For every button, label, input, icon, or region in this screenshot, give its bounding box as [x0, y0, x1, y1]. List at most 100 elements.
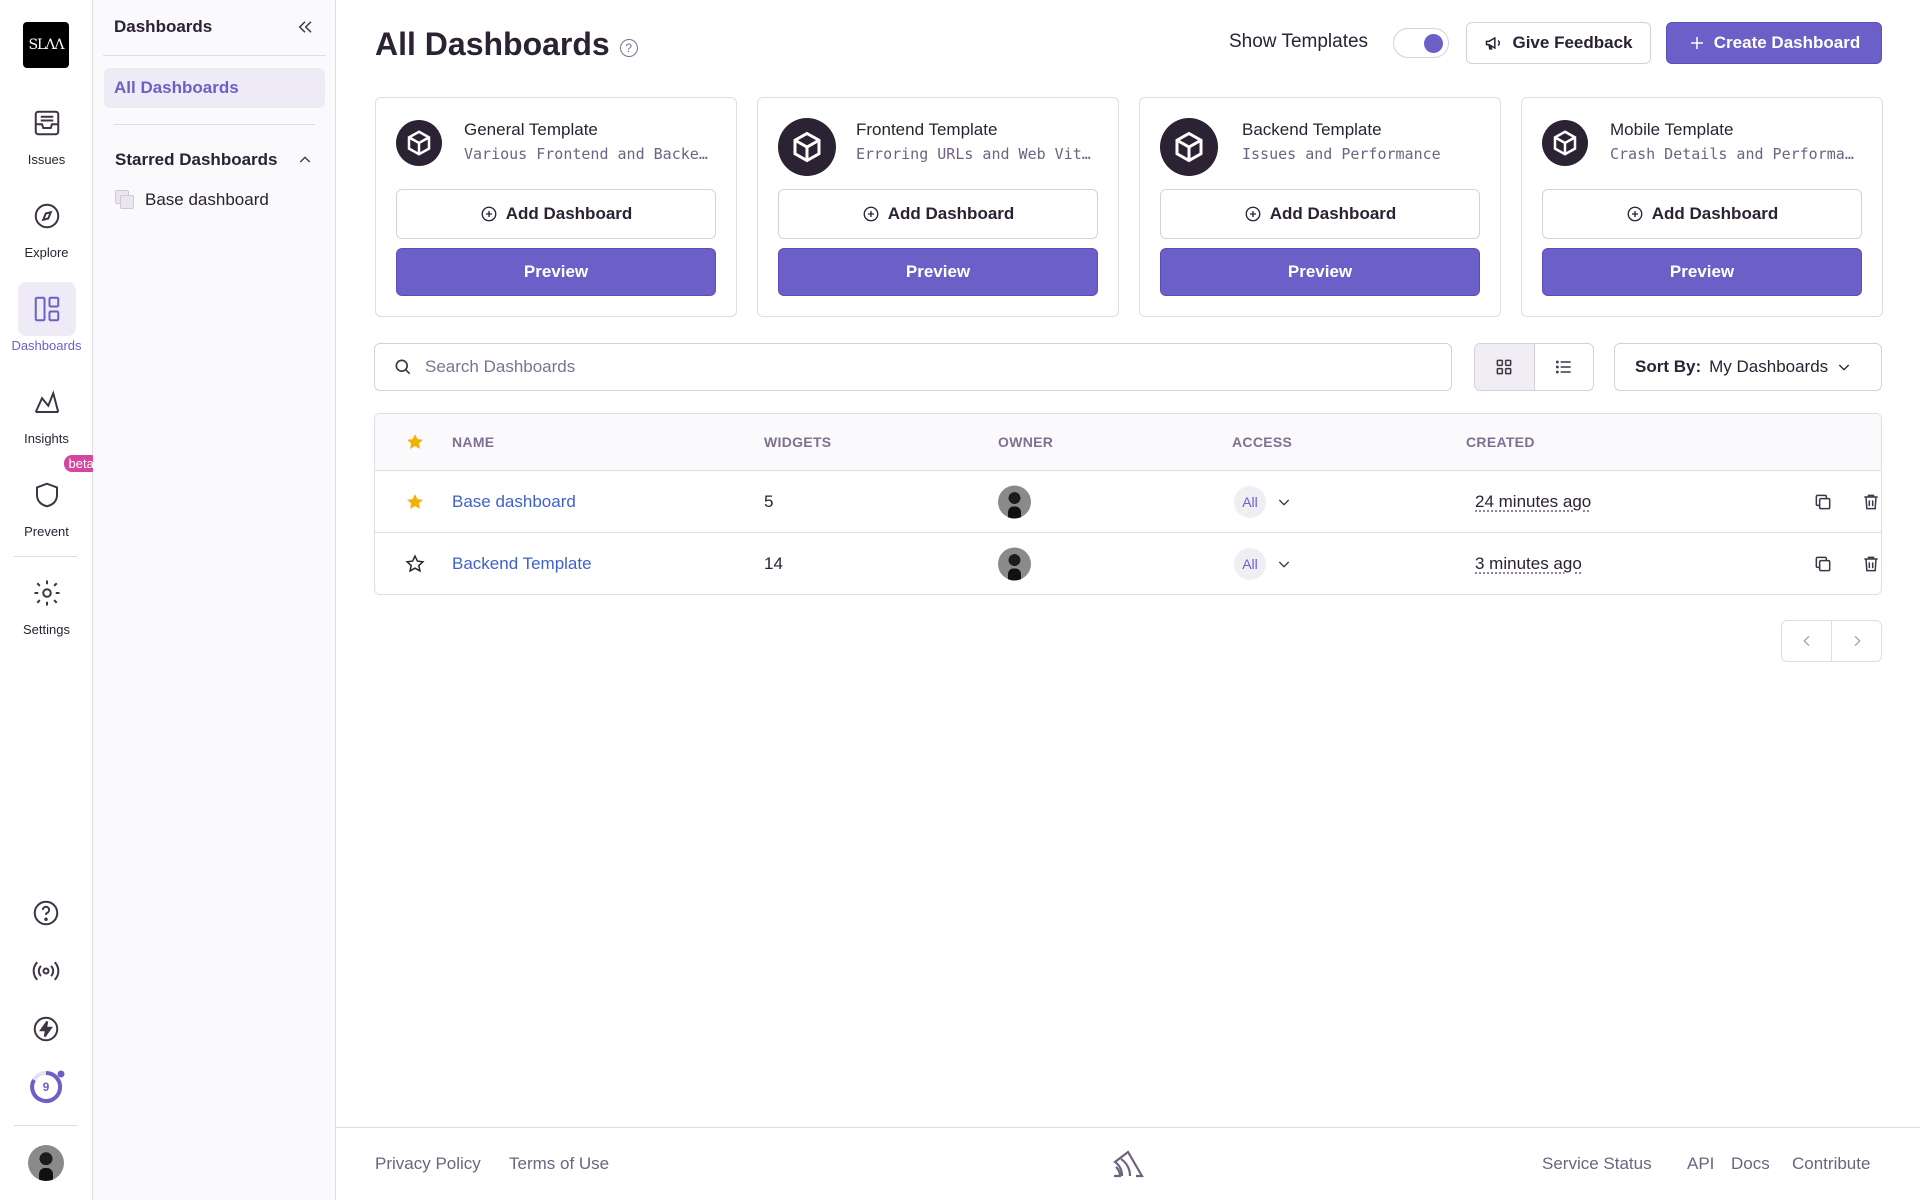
sentry-logo-icon — [1112, 1150, 1144, 1183]
question-icon[interactable]: ? — [619, 38, 638, 57]
column-header-widgets[interactable]: WIDGETS — [764, 434, 831, 450]
show-templates-toggle[interactable] — [1393, 28, 1449, 58]
column-header-access[interactable]: ACCESS — [1232, 434, 1292, 450]
owner-avatar — [998, 547, 1031, 581]
view-toggle — [1474, 343, 1594, 391]
nav-dashboards[interactable]: Dashboards — [0, 282, 93, 353]
sort-value: My Dashboards — [1709, 357, 1829, 376]
give-feedback-button[interactable]: Give Feedback — [1466, 22, 1651, 64]
nav-insights-label: Insights — [24, 431, 69, 446]
add-dashboard-label: Add Dashboard — [1269, 204, 1397, 223]
broadcast-icon[interactable] — [17, 944, 75, 998]
add-dashboard-label: Add Dashboard — [505, 204, 633, 223]
preview-button[interactable]: Preview — [778, 248, 1098, 296]
sidebar-divider — [114, 124, 315, 125]
created-time[interactable]: 24 minutes ago — [1475, 492, 1591, 512]
duplicate-icon[interactable] — [1813, 554, 1833, 574]
template-card-backend: Backend Template Issues and Performance … — [1139, 97, 1501, 317]
api-link[interactable]: API — [1687, 1154, 1714, 1174]
box-icon — [396, 120, 442, 166]
nav-insights[interactable]: Insights — [0, 375, 93, 446]
pagination — [1781, 620, 1882, 662]
template-name: General Template — [464, 120, 598, 139]
access-value: All — [1234, 548, 1266, 580]
sidebar-divider — [103, 55, 326, 56]
lightning-icon[interactable] — [17, 1002, 75, 1056]
plus-icon — [1690, 37, 1703, 49]
preview-button[interactable]: Preview — [1542, 248, 1862, 296]
access-selector[interactable]: All — [1234, 548, 1292, 580]
nav-issues[interactable]: Issues — [0, 96, 93, 167]
box-icon — [1542, 120, 1588, 166]
star-icon[interactable] — [405, 492, 425, 512]
main-content: All Dashboards ? Show Templates Give Fee… — [336, 0, 1920, 1200]
starred-dashboards-title: Starred Dashboards — [115, 150, 278, 169]
chevron-up-icon — [299, 156, 311, 163]
nav-prevent[interactable]: beta Prevent — [0, 455, 99, 539]
chevron-down-icon — [1278, 499, 1290, 506]
add-dashboard-label: Add Dashboard — [1651, 204, 1779, 223]
preview-button[interactable]: Preview — [1160, 248, 1480, 296]
add-dashboard-label: Add Dashboard — [887, 204, 1015, 223]
gear-icon — [18, 566, 76, 620]
add-dashboard-button[interactable]: Add Dashboard — [396, 189, 716, 239]
grid-view-button[interactable] — [1475, 344, 1535, 390]
grid-icon — [1496, 359, 1512, 375]
collapse-sidebar-button[interactable] — [293, 15, 317, 39]
sort-dropdown[interactable]: Sort By: My Dashboards — [1614, 343, 1882, 391]
dashboard-name-link[interactable]: Backend Template — [452, 554, 592, 574]
create-dashboard-button[interactable]: Create Dashboard — [1666, 22, 1882, 64]
sidebar-item-base-dashboard[interactable]: Base dashboard — [115, 190, 269, 210]
table-header: NAME WIDGETS OWNER ACCESS CREATED — [375, 414, 1881, 471]
nav-settings[interactable]: Settings — [0, 566, 93, 637]
nav-dashboards-label: Dashboards — [11, 338, 82, 353]
template-card-frontend: Frontend Template Erroring URLs and Web … — [757, 97, 1119, 317]
search-input[interactable] — [425, 357, 1325, 377]
template-name: Frontend Template — [856, 120, 998, 139]
search-bar — [374, 343, 1452, 391]
nav-divider-bottom — [14, 1125, 77, 1126]
column-header-name[interactable]: NAME — [452, 434, 494, 450]
double-chevron-left-icon — [298, 21, 312, 33]
widget-count: 14 — [764, 554, 783, 573]
add-dashboard-button[interactable]: Add Dashboard — [778, 189, 1098, 239]
duplicate-icon[interactable] — [1813, 492, 1833, 512]
created-time[interactable]: 3 minutes ago — [1475, 554, 1582, 574]
preview-label: Preview — [905, 262, 971, 281]
column-header-created[interactable]: CREATED — [1466, 434, 1535, 450]
preview-button[interactable]: Preview — [396, 248, 716, 296]
preview-label: Preview — [1287, 262, 1353, 281]
trash-icon[interactable] — [1861, 554, 1881, 574]
column-header-owner[interactable]: OWNER — [998, 434, 1053, 450]
previous-page-button[interactable] — [1782, 621, 1832, 661]
service-status-link[interactable]: Service Status — [1542, 1154, 1652, 1174]
nav-explore[interactable]: Explore — [0, 189, 93, 260]
table-row: Base dashboard 5 All 24 minutes ago — [375, 471, 1881, 533]
add-dashboard-button[interactable]: Add Dashboard — [1542, 189, 1862, 239]
add-dashboard-button[interactable]: Add Dashboard — [1160, 189, 1480, 239]
user-menu[interactable] — [17, 1136, 75, 1190]
sidebar-item-label: Base dashboard — [145, 190, 269, 209]
contribute-link[interactable]: Contribute — [1792, 1154, 1870, 1174]
nav-issues-label: Issues — [27, 152, 66, 167]
org-logo[interactable]: SLΛΛ — [23, 22, 69, 68]
dashboards-table: NAME WIDGETS OWNER ACCESS CREATED Base d… — [374, 413, 1882, 595]
avatar — [28, 1145, 64, 1181]
star-outline-icon[interactable] — [405, 554, 425, 574]
terms-of-use-link[interactable]: Terms of Use — [509, 1154, 609, 1174]
dashboards-sidebar: Dashboards All Dashboards Starred Dashbo… — [93, 0, 336, 1200]
access-selector[interactable]: All — [1234, 485, 1292, 518]
trash-icon[interactable] — [1861, 492, 1881, 512]
nav-explore-label: Explore — [24, 245, 69, 260]
show-templates-label: Show Templates — [1229, 31, 1369, 52]
help-icon[interactable] — [17, 886, 75, 940]
next-page-button[interactable] — [1832, 621, 1881, 661]
circle-plus-icon — [863, 206, 879, 222]
sidebar-item-all-dashboards[interactable]: All Dashboards — [104, 68, 325, 108]
starred-dashboards-header[interactable]: Starred Dashboards — [115, 150, 313, 170]
docs-link[interactable]: Docs — [1731, 1154, 1770, 1174]
onboarding-progress[interactable]: 9 — [17, 1060, 75, 1114]
dashboard-name-link[interactable]: Base dashboard — [452, 492, 576, 512]
list-view-button[interactable] — [1535, 344, 1594, 390]
privacy-policy-link[interactable]: Privacy Policy — [375, 1154, 481, 1174]
